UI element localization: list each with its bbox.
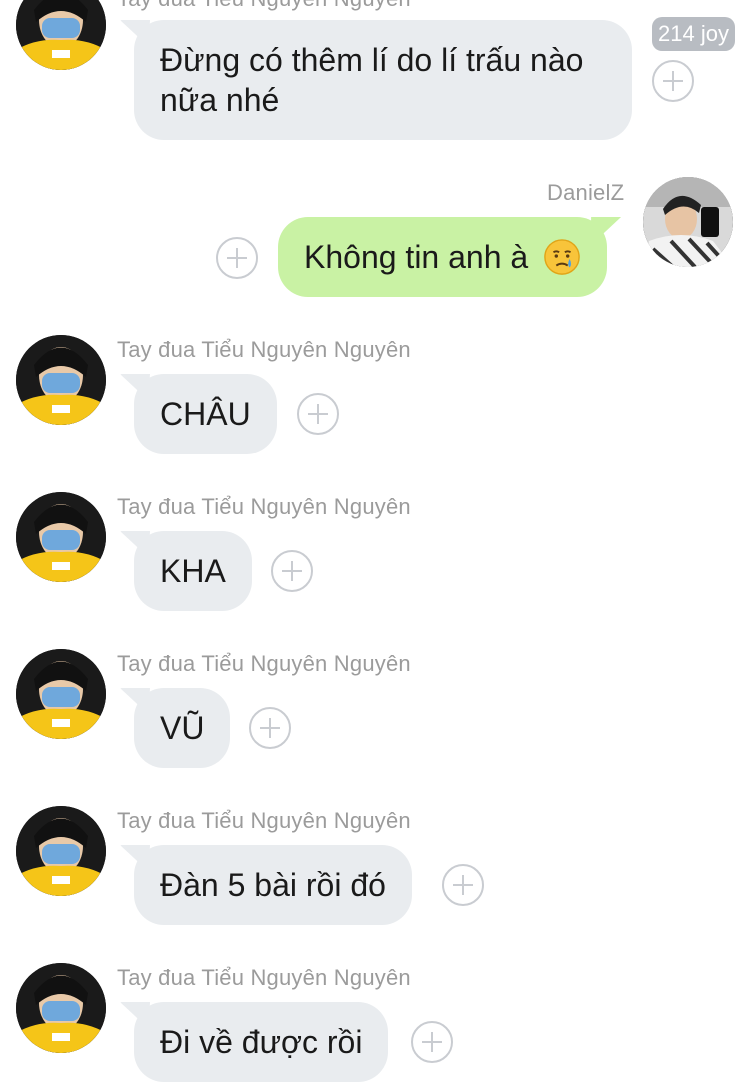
reaction-count-badge[interactable]: 214 joy — [652, 17, 735, 51]
avatar[interactable] — [16, 335, 106, 425]
message-text: Không tin anh à — [304, 239, 529, 275]
message-bubble[interactable]: Đàn 5 bài rồi đó — [134, 845, 412, 925]
avatar[interactable] — [16, 492, 106, 582]
avatar[interactable] — [16, 649, 106, 739]
message-text: CHÂU — [160, 396, 251, 432]
sender-name: Tay đua Tiểu Nguyên Nguyên — [117, 651, 411, 676]
add-reaction-button[interactable] — [249, 707, 291, 749]
message-bubble[interactable]: Đừng có thêm lí do lí trấu nào nữa nhé — [134, 20, 632, 140]
avatar-self[interactable] — [643, 177, 733, 267]
add-reaction-button[interactable] — [216, 237, 258, 279]
add-reaction-button[interactable] — [652, 60, 694, 102]
add-reaction-button[interactable] — [271, 550, 313, 592]
add-reaction-button[interactable] — [411, 1021, 453, 1063]
message-bubble[interactable]: CHÂU — [134, 374, 277, 454]
message-text: Đi về được rồi — [160, 1024, 363, 1060]
chat-thread: Tay đua Tiểu Nguyên Nguyên Đừng có thêm … — [0, 0, 750, 1089]
add-reaction-button[interactable] — [442, 864, 484, 906]
message-text: VŨ — [160, 710, 205, 746]
sender-name: Tay đua Tiểu Nguyên Nguyên — [117, 808, 411, 833]
message-text: KHA — [160, 553, 226, 589]
message-text: Đàn 5 bài rồi đó — [160, 867, 386, 903]
crying-face-emoji-icon — [544, 238, 580, 275]
message-bubble[interactable]: KHA — [134, 531, 252, 611]
sender-name: Tay đua Tiểu Nguyên Nguyên — [117, 494, 411, 519]
avatar[interactable] — [16, 963, 106, 1053]
avatar[interactable] — [16, 806, 106, 896]
message-bubble-outgoing[interactable]: Không tin anh à — [278, 217, 608, 297]
sender-name: Tay đua Tiểu Nguyên Nguyên — [117, 0, 411, 12]
sender-name: Tay đua Tiểu Nguyên Nguyên — [117, 337, 411, 362]
sender-name: Tay đua Tiểu Nguyên Nguyên — [117, 965, 411, 990]
message-text: Đừng có thêm lí do lí trấu nào nữa nhé — [160, 42, 584, 118]
avatar[interactable] — [16, 0, 106, 70]
message-bubble[interactable]: VŨ — [134, 688, 231, 768]
sender-name-self: DanielZ — [547, 180, 625, 205]
message-bubble[interactable]: Đi về được rồi — [134, 1002, 389, 1082]
add-reaction-button[interactable] — [297, 393, 339, 435]
